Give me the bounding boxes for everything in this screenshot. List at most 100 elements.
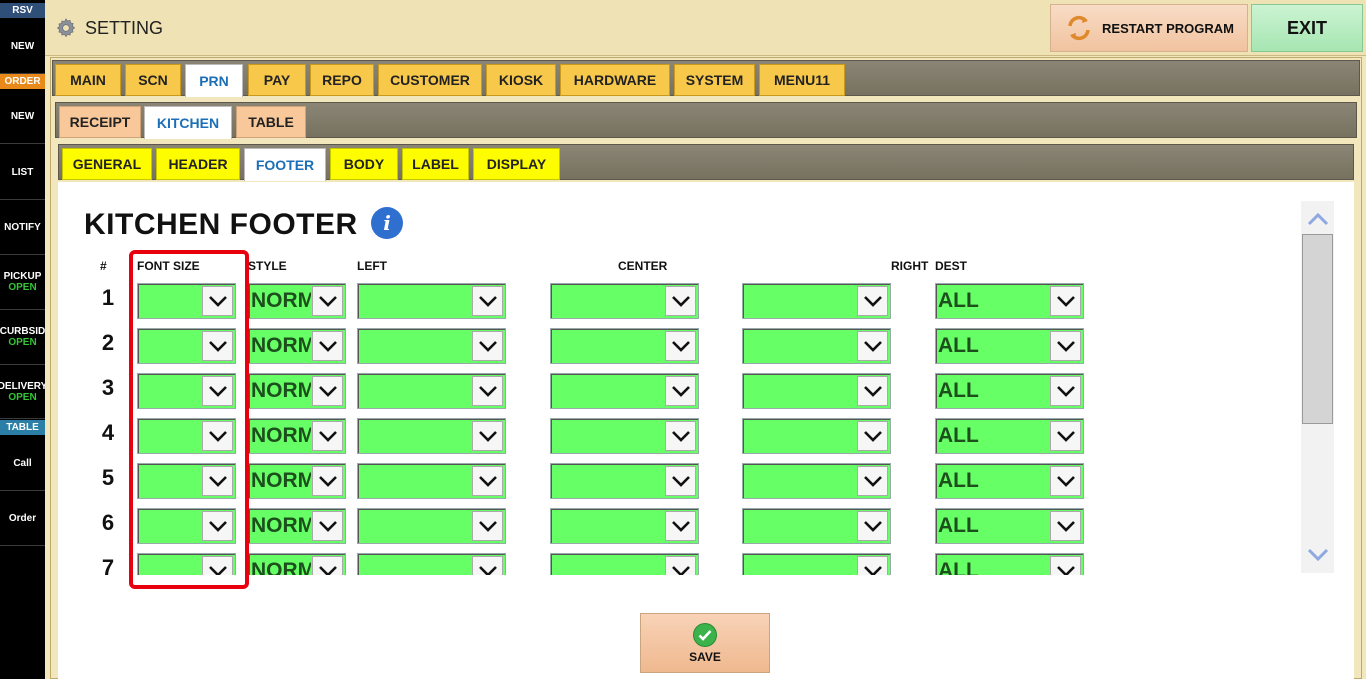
tab-general[interactable]: GENERAL	[62, 148, 152, 180]
right-text-dropdown[interactable]	[742, 373, 891, 409]
left-text-dropdown[interactable]	[357, 283, 506, 319]
call-button[interactable]: Call	[0, 436, 45, 491]
chevron-down-icon[interactable]	[665, 286, 696, 316]
chevron-down-icon[interactable]	[665, 511, 696, 541]
chevron-down-icon[interactable]	[202, 421, 233, 451]
chevron-down-icon[interactable]	[1050, 556, 1081, 575]
vertical-scrollbar[interactable]	[1301, 201, 1334, 573]
style-dropdown[interactable]: NORM	[248, 508, 346, 544]
right-text-dropdown[interactable]	[742, 463, 891, 499]
list-button[interactable]: LIST	[0, 145, 45, 200]
scroll-up-arrow-icon[interactable]	[1304, 206, 1331, 232]
chevron-down-icon[interactable]	[312, 331, 343, 361]
chevron-down-icon[interactable]	[202, 511, 233, 541]
chevron-down-icon[interactable]	[1050, 376, 1081, 406]
right-text-dropdown[interactable]	[742, 553, 891, 575]
chevron-down-icon[interactable]	[472, 376, 503, 406]
pickup-button[interactable]: PICKUP OPEN	[0, 255, 45, 310]
tab-footer[interactable]: FOOTER	[244, 148, 326, 181]
chevron-down-icon[interactable]	[1050, 421, 1081, 451]
font-size-dropdown[interactable]	[137, 373, 236, 409]
chevron-down-icon[interactable]	[857, 421, 888, 451]
chevron-down-icon[interactable]	[857, 556, 888, 575]
tab-kiosk[interactable]: KIOSK	[486, 64, 556, 96]
chevron-down-icon[interactable]	[472, 511, 503, 541]
style-dropdown[interactable]: NORM	[248, 373, 346, 409]
chevron-down-icon[interactable]	[312, 286, 343, 316]
right-text-dropdown[interactable]	[742, 328, 891, 364]
tab-label[interactable]: LABEL	[402, 148, 469, 180]
dest-dropdown[interactable]: ALL	[935, 553, 1084, 575]
tab-main[interactable]: MAIN	[55, 64, 121, 96]
chevron-down-icon[interactable]	[312, 421, 343, 451]
exit-button[interactable]: EXIT	[1251, 4, 1363, 52]
chevron-down-icon[interactable]	[472, 331, 503, 361]
style-dropdown[interactable]: NORM	[248, 328, 346, 364]
right-text-dropdown[interactable]	[742, 418, 891, 454]
chevron-down-icon[interactable]	[857, 376, 888, 406]
tab-header[interactable]: HEADER	[156, 148, 240, 180]
chevron-down-icon[interactable]	[472, 286, 503, 316]
restart-program-button[interactable]: RESTART PROGRAM	[1050, 4, 1248, 52]
dest-dropdown[interactable]: ALL	[935, 283, 1084, 319]
center-text-dropdown[interactable]	[550, 508, 699, 544]
chevron-down-icon[interactable]	[472, 556, 503, 575]
chevron-down-icon[interactable]	[312, 556, 343, 575]
chevron-down-icon[interactable]	[1050, 286, 1081, 316]
center-text-dropdown[interactable]	[550, 418, 699, 454]
left-text-dropdown[interactable]	[357, 463, 506, 499]
curbside-button[interactable]: CURBSID OPEN	[0, 310, 45, 365]
chevron-down-icon[interactable]	[857, 466, 888, 496]
left-text-dropdown[interactable]	[357, 373, 506, 409]
left-text-dropdown[interactable]	[357, 553, 506, 575]
left-text-dropdown[interactable]	[357, 328, 506, 364]
table-order-button[interactable]: Order	[0, 491, 45, 546]
center-text-dropdown[interactable]	[550, 373, 699, 409]
font-size-dropdown[interactable]	[137, 283, 236, 319]
chevron-down-icon[interactable]	[1050, 466, 1081, 496]
dest-dropdown[interactable]: ALL	[935, 328, 1084, 364]
chevron-down-icon[interactable]	[665, 556, 696, 575]
chevron-down-icon[interactable]	[857, 286, 888, 316]
save-button[interactable]: SAVE	[640, 613, 770, 673]
rsv-new-button[interactable]: NEW	[0, 19, 45, 74]
dest-dropdown[interactable]: ALL	[935, 418, 1084, 454]
chevron-down-icon[interactable]	[665, 466, 696, 496]
chevron-down-icon[interactable]	[472, 421, 503, 451]
chevron-down-icon[interactable]	[857, 331, 888, 361]
chevron-down-icon[interactable]	[472, 466, 503, 496]
notify-button[interactable]: NOTIFY	[0, 200, 45, 255]
right-text-dropdown[interactable]	[742, 508, 891, 544]
chevron-down-icon[interactable]	[857, 511, 888, 541]
info-icon[interactable]: i	[371, 207, 403, 239]
center-text-dropdown[interactable]	[550, 283, 699, 319]
tab-receipt[interactable]: RECEIPT	[59, 106, 141, 138]
chevron-down-icon[interactable]	[202, 556, 233, 575]
font-size-dropdown[interactable]	[137, 463, 236, 499]
dest-dropdown[interactable]: ALL	[935, 508, 1084, 544]
tab-display[interactable]: DISPLAY	[473, 148, 560, 180]
style-dropdown[interactable]: NORM	[248, 283, 346, 319]
center-text-dropdown[interactable]	[550, 463, 699, 499]
font-size-dropdown[interactable]	[137, 553, 236, 575]
tab-prn[interactable]: PRN	[185, 64, 243, 97]
delivery-button[interactable]: DELIVERY OPEN	[0, 365, 45, 419]
style-dropdown[interactable]: NORM	[248, 418, 346, 454]
chevron-down-icon[interactable]	[312, 376, 343, 406]
tab-pay[interactable]: PAY	[248, 64, 306, 96]
chevron-down-icon[interactable]	[202, 376, 233, 406]
chevron-down-icon[interactable]	[1050, 511, 1081, 541]
left-text-dropdown[interactable]	[357, 418, 506, 454]
tab-table[interactable]: TABLE	[236, 106, 306, 138]
tab-system[interactable]: SYSTEM	[674, 64, 755, 96]
chevron-down-icon[interactable]	[665, 421, 696, 451]
tab-body[interactable]: BODY	[330, 148, 398, 180]
dest-dropdown[interactable]: ALL	[935, 463, 1084, 499]
chevron-down-icon[interactable]	[202, 331, 233, 361]
chevron-down-icon[interactable]	[202, 286, 233, 316]
tab-menu11[interactable]: MENU11	[759, 64, 845, 96]
tab-scn[interactable]: SCN	[125, 64, 181, 96]
dest-dropdown[interactable]: ALL	[935, 373, 1084, 409]
font-size-dropdown[interactable]	[137, 418, 236, 454]
order-new-button[interactable]: NEW	[0, 90, 45, 144]
